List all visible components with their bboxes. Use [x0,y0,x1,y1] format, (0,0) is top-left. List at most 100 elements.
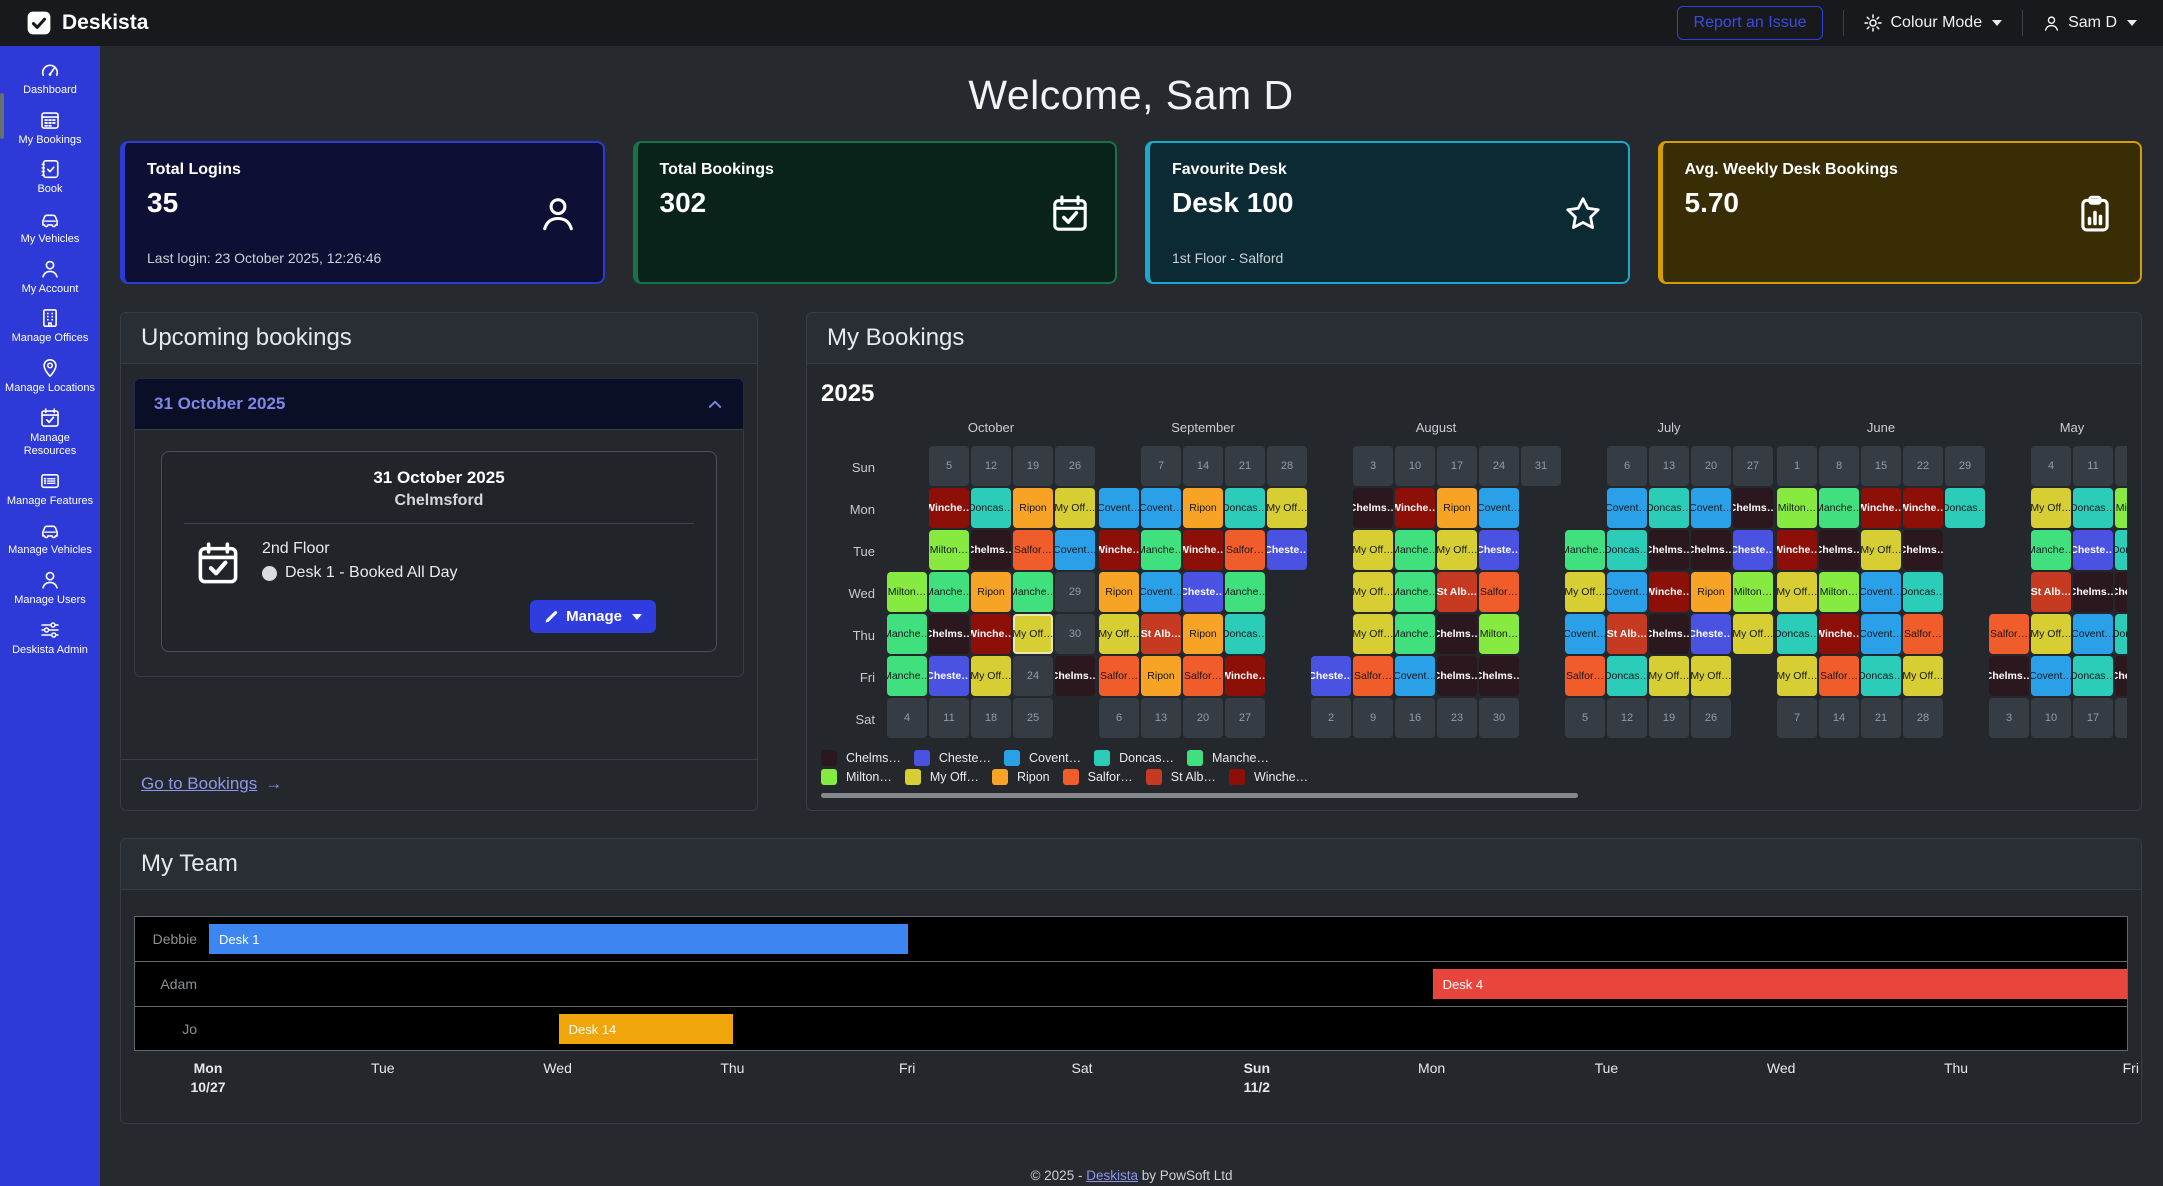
sidebar-item-dashboard[interactable]: Dashboard [3,60,97,97]
booking-cell[interactable]: Manche… [887,614,927,654]
booking-cell[interactable]: Winche… [1649,572,1689,612]
sidebar-item-manage-offices[interactable]: Manage Offices [3,308,97,345]
booking-cell[interactable]: My Off… [1055,488,1095,528]
booking-cell[interactable]: Covent… [1607,488,1647,528]
booking-cell[interactable]: Cheste… [1691,614,1731,654]
booking-cell[interactable]: Chelms… [1819,530,1859,570]
booking-cell[interactable]: Milton… [929,530,969,570]
gantt-bar[interactable]: Desk 14 [559,1014,734,1044]
user-menu-dropdown[interactable]: Sam D [2043,14,2137,32]
booking-cell[interactable]: Manche… [1395,572,1435,612]
booking-cell[interactable]: Doncas… [2073,656,2113,696]
booking-cell[interactable]: Chelms… [2073,572,2113,612]
booking-cell[interactable]: Salfor… [1819,656,1859,696]
booking-cell[interactable]: My Off… [1267,488,1307,528]
booking-cell[interactable]: Doncas… [1607,656,1647,696]
booking-cell[interactable]: My Off… [1777,572,1817,612]
booking-cell[interactable]: Manche… [1565,530,1605,570]
booking-cell[interactable]: Cheste… [1183,572,1223,612]
booking-cell[interactable]: My Off… [1013,614,1053,654]
booking-cell[interactable]: Manche… [1819,488,1859,528]
sidebar-item-manage-vehicles[interactable]: Manage Vehicles [3,520,97,557]
booking-cell[interactable]: My Off… [1649,656,1689,696]
sidebar-item-manage-resources[interactable]: Manage Resources [3,408,97,458]
booking-cell[interactable]: Milton… [1733,572,1773,612]
booking-cell[interactable]: Winche… [1395,488,1435,528]
booking-cell[interactable]: Doncas… [1903,572,1943,612]
sidebar-item-deskista-admin[interactable]: Deskista Admin [3,620,97,657]
booking-cell[interactable]: My Off… [1777,656,1817,696]
booking-cell[interactable]: Chelms… [2115,572,2127,612]
booking-cell[interactable]: Milton… [1777,488,1817,528]
manage-booking-button[interactable]: Manage [530,600,656,633]
booking-cell[interactable]: Chelms… [1479,656,1519,696]
booking-cell[interactable]: Milton… [887,572,927,612]
booking-cell[interactable]: Salfor… [1099,656,1139,696]
colour-mode-dropdown[interactable]: Colour Mode [1864,14,2002,32]
sidebar-item-manage-locations[interactable]: Manage Locations [3,358,97,395]
booking-cell[interactable]: Doncas… [971,488,1011,528]
booking-cell[interactable]: Winche… [1099,530,1139,570]
sidebar-scrollbar[interactable] [0,93,4,139]
booking-cell[interactable]: Milton… [1479,614,1519,654]
booking-cell[interactable]: My Off… [2031,488,2071,528]
booking-cell[interactable]: Manche… [929,572,969,612]
booking-cell[interactable]: Salfor… [1903,614,1943,654]
booking-cell[interactable]: Covent… [1691,488,1731,528]
booking-cell[interactable]: Covent… [2073,614,2113,654]
booking-cell[interactable]: Doncas… [1607,530,1647,570]
calendar-scrollbar-thumb[interactable] [821,793,1578,798]
booking-cell[interactable]: Chelms… [1353,488,1393,528]
sidebar-item-my-bookings[interactable]: My Bookings [3,110,97,147]
booking-cell[interactable]: Manche… [887,656,927,696]
booking-cell[interactable]: Manche… [1141,530,1181,570]
booking-cell[interactable]: Manche… [1225,572,1265,612]
booking-cell[interactable]: Manche… [1395,530,1435,570]
booking-cell[interactable]: Ripon [1183,488,1223,528]
booking-cell[interactable]: Chelms… [1437,614,1477,654]
booking-cell[interactable]: Cheste… [2073,530,2113,570]
booking-cell[interactable]: My Off… [1353,614,1393,654]
booking-cell[interactable]: Milton… [1819,572,1859,612]
booking-cell[interactable]: My Off… [1099,614,1139,654]
booking-cell[interactable]: Ripon [1437,488,1477,528]
booking-cell[interactable]: My Off… [1353,530,1393,570]
booking-cell[interactable]: Doncas… [2115,530,2127,570]
booking-cell[interactable]: Chelms… [1903,530,1943,570]
booking-cell[interactable]: Salfor… [1479,572,1519,612]
booking-cell[interactable]: Covent… [1479,488,1519,528]
booking-cell[interactable]: Ripon [1141,656,1181,696]
booking-cell[interactable]: Winche… [1903,488,1943,528]
booking-cell[interactable]: My Off… [2031,614,2071,654]
booking-cell[interactable]: Covent… [1861,572,1901,612]
booking-cell[interactable]: Doncas… [1225,614,1265,654]
booking-cell[interactable]: Doncas… [1777,614,1817,654]
booking-cell[interactable]: Chelms… [1649,614,1689,654]
booking-cell[interactable]: Manche… [1395,614,1435,654]
booking-cell[interactable]: Chelms… [1733,488,1773,528]
booking-cell[interactable]: Milton… [2115,488,2127,528]
booking-cell[interactable]: My Off… [1565,572,1605,612]
booking-cell[interactable]: Winche… [971,614,1011,654]
booking-cell[interactable]: Ripon [1691,572,1731,612]
gantt-bar[interactable]: Desk 4 [1433,969,2128,999]
booking-cell[interactable]: Covent… [1141,488,1181,528]
accordion-header-date[interactable]: 31 October 2025 [134,378,744,430]
booking-cell[interactable]: Doncas… [2073,488,2113,528]
booking-cell[interactable]: My Off… [1691,656,1731,696]
booking-cell[interactable]: Chelms… [1055,656,1095,696]
booking-cell[interactable]: Chelms… [1437,656,1477,696]
booking-cell[interactable]: St Alb… [1607,614,1647,654]
booking-cell[interactable]: Ripon [1183,614,1223,654]
booking-cell[interactable]: Salfor… [1565,656,1605,696]
booking-cell[interactable]: Salfor… [1225,530,1265,570]
booking-cell[interactable]: Winche… [1225,656,1265,696]
booking-cell[interactable]: Ripon [1099,572,1139,612]
booking-cell[interactable]: Cheste… [1311,656,1351,696]
booking-cell[interactable]: Chelms… [971,530,1011,570]
booking-cell[interactable]: My Off… [1437,530,1477,570]
sidebar-item-manage-users[interactable]: Manage Users [3,570,97,607]
booking-cell[interactable]: My Off… [1861,530,1901,570]
booking-cell[interactable]: Cheste… [1267,530,1307,570]
booking-cell[interactable]: Doncas… [1225,488,1265,528]
